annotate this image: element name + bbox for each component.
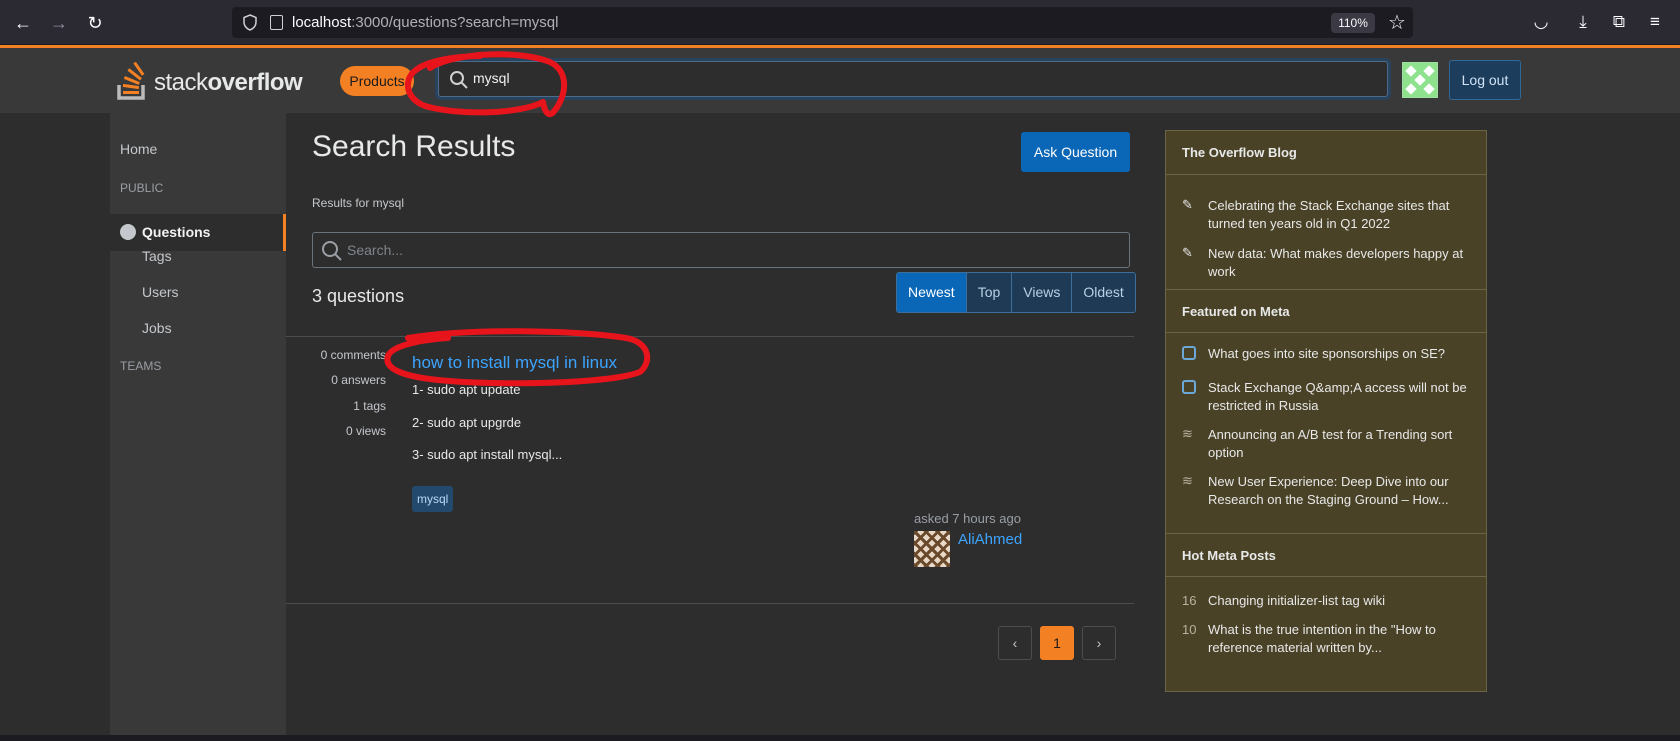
tag-mysql[interactable]: mysql (412, 486, 454, 512)
products-button[interactable]: Products (340, 66, 414, 96)
zoom-badge[interactable]: 110% (1331, 13, 1375, 33)
author-avatar[interactable] (914, 531, 950, 567)
filter-newest[interactable]: Newest (897, 273, 967, 312)
question-count: 3 questions (312, 286, 405, 306)
results-for-text: Results for mysql (312, 196, 405, 210)
address-bar[interactable]: localhost:3000/questions?search=mysql 11… (232, 7, 1413, 38)
page-content: Home PUBLIC Questions Tags Users Jobs TE… (0, 113, 1680, 735)
pagination-next[interactable]: › (1082, 626, 1116, 660)
excerpt-line: 1- sudo apt update (412, 382, 521, 397)
header-search-input[interactable]: mysql (438, 61, 1388, 97)
left-sidebar: Home PUBLIC Questions Tags Users Jobs TE… (110, 113, 286, 735)
hot-meta-heading: Hot Meta Posts (1166, 533, 1486, 577)
excerpt-line: 3- sudo apt install mysql... (412, 447, 563, 462)
nav-tags[interactable]: Tags (142, 248, 172, 264)
header-search-value: mysql (473, 70, 510, 86)
meta-heading: Featured on Meta (1166, 289, 1486, 333)
url-path: :3000/questions?search=mysql (351, 14, 559, 31)
extensions-icon[interactable]: ⧉ (1608, 11, 1630, 33)
back-icon[interactable]: ← (10, 10, 36, 36)
sort-filter-group: Newest Top Views Oldest (896, 272, 1136, 313)
asked-time: asked 7 hours ago (914, 511, 1021, 526)
hot-meta-item[interactable]: 10 What is the true intention in the "Ho… (1182, 621, 1472, 657)
user-avatar[interactable] (1402, 62, 1438, 98)
url-text[interactable]: localhost:3000/questions?search=mysql (292, 14, 558, 31)
stack-exchange-icon: ≋ (1182, 426, 1193, 441)
filter-oldest[interactable]: Oldest (1072, 273, 1135, 312)
stackoverflow-logo[interactable]: stackoverflow (116, 61, 303, 101)
browser-toolbar: ← → ↻ localhost:3000/questions?search=my… (0, 0, 1680, 45)
stat-tags: 1 tags (353, 399, 386, 413)
stack-exchange-icon: ≋ (1182, 473, 1193, 488)
meta-item[interactable]: ≋ New User Experience: Deep Dive into ou… (1182, 473, 1472, 509)
nav-questions-label: Questions (142, 224, 211, 240)
page-title: Search Results (312, 130, 516, 163)
stat-answers: 0 answers (331, 373, 386, 387)
globe-icon (120, 224, 136, 240)
pencil-icon: ✎ (1182, 197, 1193, 212)
hot-meta-item[interactable]: 16 Changing initializer-list tag wiki (1182, 592, 1472, 610)
logo-wordmark: stackoverflow (154, 69, 303, 96)
page-info-icon[interactable] (270, 15, 283, 30)
speech-bubble-icon (1182, 346, 1196, 360)
right-sidebar: The Overflow Blog ✎ Celebrating the Stac… (1165, 130, 1487, 692)
search-icon (322, 241, 342, 261)
filter-top[interactable]: Top (966, 273, 1013, 312)
menu-icon[interactable]: ≡ (1644, 11, 1666, 33)
nav-users[interactable]: Users (142, 284, 179, 300)
hot-meta-count: 16 (1182, 593, 1197, 608)
question-title-link[interactable]: how to install mysql in linux (412, 353, 617, 373)
reload-icon[interactable]: ↻ (82, 10, 108, 36)
url-host: localhost (292, 14, 352, 31)
divider (286, 336, 1134, 337)
stat-comments: 0 comments (320, 348, 386, 362)
excerpt-line: 2- sudo apt upgrde (412, 415, 522, 430)
pagination-prev[interactable]: ‹ (998, 626, 1032, 660)
tracking-shield-icon[interactable] (242, 14, 258, 31)
download-icon[interactable]: ⤓ (1572, 11, 1594, 33)
stat-views: 0 views (345, 424, 386, 438)
pagination-page-1[interactable]: 1 (1040, 626, 1074, 660)
mainbar: Search Results Ask Question Results for … (286, 113, 1146, 735)
main-search-input[interactable]: Search... (312, 232, 1130, 268)
author-link[interactable]: AliAhmed (958, 531, 1022, 548)
search-icon (450, 71, 468, 89)
forward-icon[interactable]: → (46, 10, 72, 36)
bookmark-star-icon[interactable]: ☆ (1388, 10, 1406, 35)
nav-home[interactable]: Home (120, 141, 157, 157)
divider (286, 603, 1134, 604)
nav-questions[interactable]: Questions (110, 214, 286, 251)
logout-button[interactable]: Log out (1449, 60, 1521, 100)
site-header: stackoverflow Products mysql Log out (0, 45, 1680, 113)
ask-question-button[interactable]: Ask Question (1021, 132, 1130, 172)
blog-heading: The Overflow Blog (1166, 131, 1486, 175)
speech-bubble-icon (1182, 380, 1196, 394)
meta-item[interactable]: What goes into site sponsorships on SE? (1182, 345, 1472, 363)
search-placeholder: Search... (347, 242, 404, 258)
hot-meta-count: 10 (1182, 622, 1197, 637)
meta-item[interactable]: ≋ Announcing an A/B test for a Trending … (1182, 426, 1472, 462)
identicon (1405, 65, 1435, 95)
stack-logo-icon (117, 61, 145, 100)
blog-item[interactable]: ✎ Celebrating the Stack Exchange sites t… (1182, 197, 1472, 233)
blog-item[interactable]: ✎ New data: What makes developers happy … (1182, 245, 1472, 281)
nav-heading-public: PUBLIC (120, 181, 164, 195)
nav-jobs[interactable]: Jobs (142, 320, 172, 336)
pocket-icon[interactable]: ◡ (1530, 11, 1552, 33)
filter-views[interactable]: Views (1012, 273, 1073, 312)
pencil-icon: ✎ (1182, 245, 1193, 260)
nav-heading-teams: TEAMS (120, 359, 162, 373)
meta-item[interactable]: Stack Exchange Q&amp;A access will not b… (1182, 379, 1472, 415)
